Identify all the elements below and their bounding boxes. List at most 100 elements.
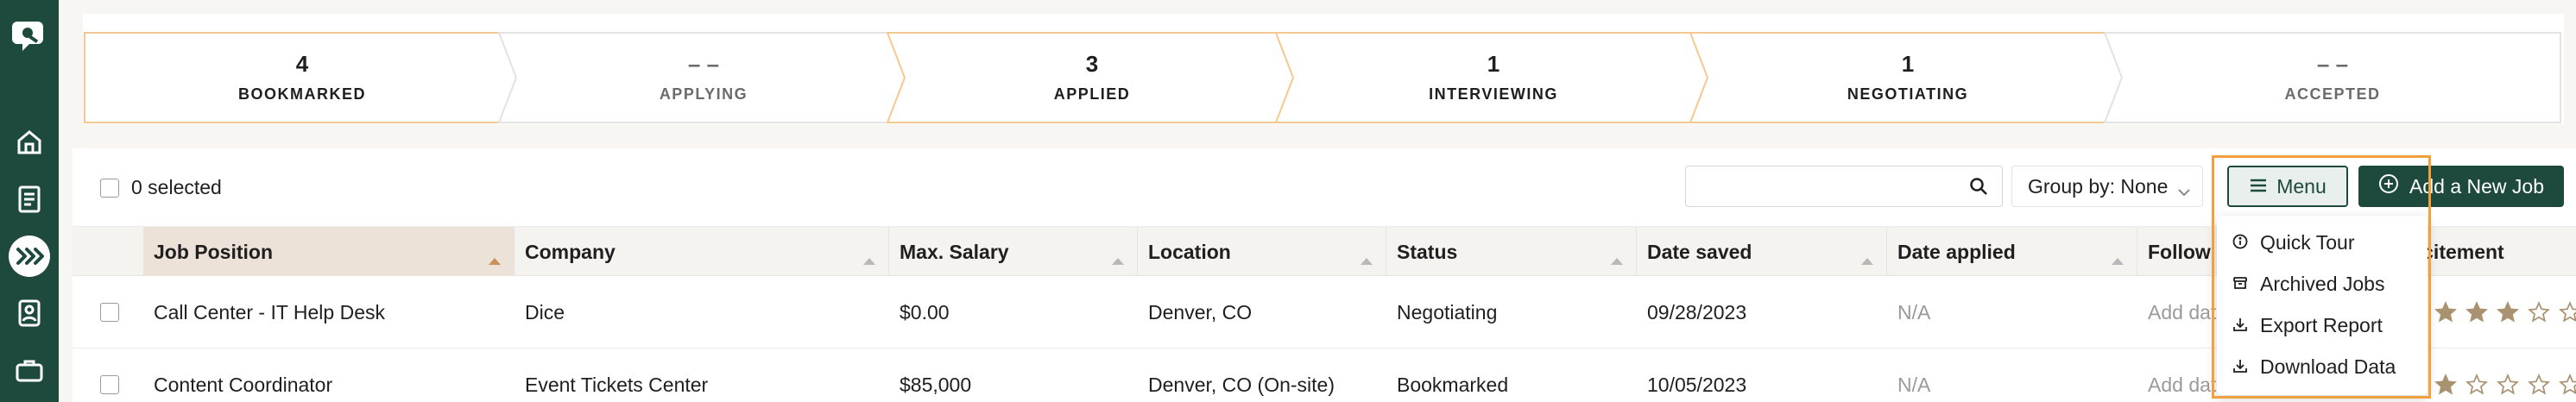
cell-job-position[interactable]: Call Center - IT Help Desk <box>143 276 515 349</box>
star-outline-icon[interactable] <box>2559 301 2576 323</box>
star-outline-icon[interactable] <box>2466 374 2488 396</box>
cell-salary: $0.00 <box>900 300 950 323</box>
sort-icon[interactable] <box>1860 248 1874 271</box>
stage-applied[interactable]: 3 APPLIED <box>886 31 1298 124</box>
menu-item-export-report[interactable]: Export Report <box>2217 305 2428 345</box>
column-date-saved[interactable]: Date saved <box>1637 227 1887 277</box>
stage-label: BOOKMARKED <box>238 85 366 103</box>
star-outline-icon[interactable] <box>2528 374 2550 396</box>
stage-label: APPLYING <box>659 85 748 103</box>
cell-excitement <box>2424 276 2576 349</box>
group-by-select[interactable]: Group by: None <box>2011 166 2203 207</box>
sort-icon[interactable] <box>862 248 876 271</box>
cell-date-saved[interactable]: 09/28/2023 <box>1637 276 1887 349</box>
cell-location: Denver, CO (On-site) <box>1148 373 1335 396</box>
star-filled-icon[interactable] <box>2434 374 2457 396</box>
column-label: Company <box>525 240 616 263</box>
star-filled-icon[interactable] <box>2497 301 2519 323</box>
group-by-value: Group by: None <box>2028 174 2169 198</box>
download-icon <box>2232 314 2248 337</box>
cell-job-position[interactable]: Content Coordinator <box>143 349 515 402</box>
stage-accepted[interactable]: – – ACCEPTED <box>2103 31 2562 124</box>
stage-count: – – <box>687 50 720 77</box>
hamburger-icon <box>2249 175 2268 198</box>
star-filled-icon[interactable] <box>2466 301 2488 323</box>
archive-icon <box>2232 273 2248 296</box>
stage-label: INTERVIEWING <box>1429 85 1558 103</box>
plus-circle-icon <box>2378 173 2399 199</box>
row-checkbox[interactable] <box>100 375 119 394</box>
column-date-applied[interactable]: Date applied <box>1887 227 2137 277</box>
column-location[interactable]: Location <box>1138 227 1386 277</box>
star-outline-icon[interactable] <box>2528 301 2550 323</box>
column-max-salary[interactable]: Max. Salary <box>889 227 1138 277</box>
cell-date-saved[interactable]: 10/05/2023 <box>1637 349 1887 402</box>
row-checkbox[interactable] <box>100 303 119 322</box>
select-all-checkbox[interactable] <box>100 178 119 198</box>
cell-date-applied[interactable]: N/A <box>1887 349 2137 402</box>
cell-status[interactable]: Negotiating <box>1386 276 1637 349</box>
excitement-stars[interactable] <box>2434 374 2576 396</box>
menu-item-download-data[interactable]: Download Data <box>2217 347 2428 386</box>
download-icon <box>2232 355 2248 379</box>
header-checkbox-cell <box>73 227 143 277</box>
sidebar <box>0 0 59 402</box>
search-icon[interactable] <box>1969 177 1988 200</box>
stage-count: 3 <box>1085 50 1099 77</box>
select-all: 0 selected <box>100 176 222 199</box>
stage-applying[interactable]: – – APPLYING <box>497 31 910 124</box>
table-toolbar: 0 selected Group by: None Menu Add a New… <box>73 148 2576 226</box>
star-filled-icon[interactable] <box>2434 301 2457 323</box>
sort-asc-icon[interactable] <box>488 248 502 271</box>
stage-count: – – <box>2316 50 2349 77</box>
selected-count: 0 selected <box>131 176 222 198</box>
app-logo-icon[interactable] <box>6 12 53 59</box>
cell-date-applied[interactable]: N/A <box>1887 276 2137 349</box>
sort-icon[interactable] <box>2111 248 2125 271</box>
sort-icon[interactable] <box>1360 248 1373 271</box>
column-label: Job Position <box>154 240 273 263</box>
contact-card-icon[interactable] <box>6 290 53 336</box>
stage-interviewing[interactable]: 1 INTERVIEWING <box>1274 31 1713 124</box>
column-status[interactable]: Status <box>1386 227 1637 277</box>
stage-count: 4 <box>295 50 309 77</box>
document-icon[interactable] <box>6 176 53 223</box>
menu-button[interactable]: Menu <box>2227 166 2348 207</box>
cell-salary: $85,000 <box>900 373 972 396</box>
cell-excitement <box>2424 349 2576 402</box>
star-outline-icon[interactable] <box>2559 374 2576 396</box>
column-job-position[interactable]: Job Position <box>143 227 515 277</box>
cell-status[interactable]: Bookmarked <box>1386 349 1637 402</box>
column-company[interactable]: Company <box>515 227 889 277</box>
briefcase-icon[interactable] <box>6 347 53 393</box>
table-header: Job Position Company Max. Salary Locatio… <box>73 226 2576 277</box>
stage-label: NEGOTIATING <box>1847 85 1969 103</box>
add-new-job-button[interactable]: Add a New Job <box>2358 166 2564 207</box>
jobs-panel: 0 selected Group by: None Menu Add a New… <box>73 148 2576 402</box>
cell-location: Denver, CO <box>1148 300 1253 323</box>
menu-item-label: Archived Jobs <box>2260 272 2385 295</box>
column-label: Date applied <box>1897 240 2016 263</box>
cell-company: Event Tickets Center <box>525 373 709 396</box>
home-icon[interactable] <box>6 119 53 166</box>
table-row[interactable]: Call Center - IT Help Desk Dice $0.00 De… <box>73 276 2576 349</box>
stage-negotiating[interactable]: 1 NEGOTIATING <box>1689 31 2127 124</box>
menu-item-archived-jobs[interactable]: Archived Jobs <box>2217 264 2428 304</box>
column-label: Status <box>1397 240 1458 263</box>
sort-icon[interactable] <box>1610 248 1624 271</box>
double-chevron-right-icon[interactable] <box>6 233 53 280</box>
table-row[interactable]: Content Coordinator Event Tickets Center… <box>73 349 2576 402</box>
search-input[interactable] <box>1685 166 2003 207</box>
excitement-stars[interactable] <box>2434 301 2576 323</box>
column-label: Location <box>1148 240 1231 263</box>
sort-icon[interactable] <box>1111 248 1125 271</box>
column-label: Max. Salary <box>900 240 1009 263</box>
star-outline-icon[interactable] <box>2497 374 2519 396</box>
menu-item-label: Export Report <box>2260 313 2383 336</box>
stage-bookmarked[interactable]: 4 BOOKMARKED <box>83 31 521 124</box>
stage-label: APPLIED <box>1053 85 1131 103</box>
stage-count: 1 <box>1487 50 1500 77</box>
menu-button-label: Menu <box>2276 174 2327 198</box>
menu-item-quick-tour[interactable]: Quick Tour <box>2217 223 2428 262</box>
cell-company: Dice <box>525 300 565 323</box>
